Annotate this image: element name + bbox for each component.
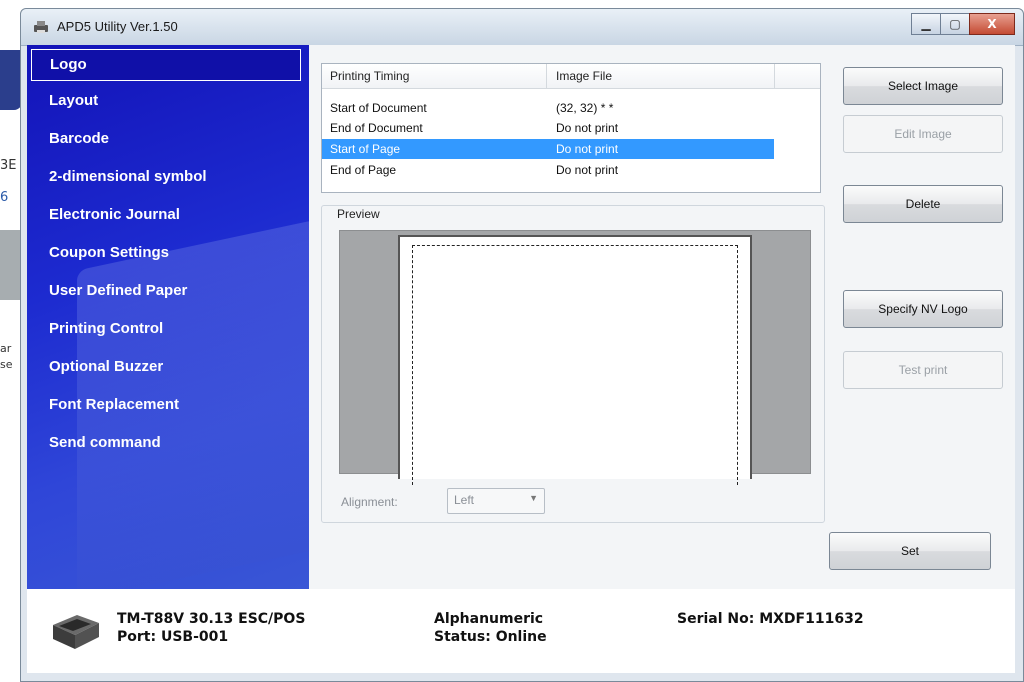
alignment-label: Alignment: <box>341 495 398 509</box>
table-row[interactable]: End of Page Do not print <box>322 160 774 180</box>
client-area: Logo Layout Barcode 2-dimensional symbol… <box>27 45 1015 673</box>
preview-label: Preview <box>335 207 382 221</box>
delete-button[interactable]: Delete <box>843 185 1003 223</box>
desktop-text-fragment: 6 <box>0 190 9 205</box>
sidebar-item-2d-symbol[interactable]: 2-dimensional symbol <box>31 162 301 194</box>
printer-status: Status: Online <box>434 629 547 645</box>
printer-port: Port: USB-001 <box>117 629 229 645</box>
close-button[interactable]: X <box>969 13 1015 35</box>
sidebar-item-font-replacement[interactable]: Font Replacement <box>31 390 301 422</box>
sidebar-item-layout[interactable]: Layout <box>31 86 301 118</box>
cell-image-file: (32, 32) * * <box>556 101 614 115</box>
table-row[interactable]: End of Document Do not print <box>322 118 774 138</box>
table-row-selected[interactable]: Start of Page Do not print <box>322 139 774 159</box>
window-title: APD5 Utility Ver.1.50 <box>57 19 178 34</box>
sidebar-item-barcode[interactable]: Barcode <box>31 124 301 156</box>
column-header-printing-timing[interactable]: Printing Timing <box>330 69 409 83</box>
window-controls: ▁ ▢ X <box>911 13 1015 35</box>
printing-timing-table[interactable]: Printing Timing Image File Start of Docu… <box>321 63 821 193</box>
cell-printing-timing: End of Document <box>330 121 423 135</box>
table-header: Printing Timing Image File <box>322 64 820 89</box>
sidebar-item-user-defined-paper[interactable]: User Defined Paper <box>31 276 301 308</box>
test-print-button[interactable]: Test print <box>843 351 1003 389</box>
sidebar-nav: Logo Layout Barcode 2-dimensional symbol… <box>27 45 309 589</box>
set-button[interactable]: Set <box>829 532 991 570</box>
status-bar: TM-T88V 30.13 ESC/POS Port: USB-001 Alph… <box>27 589 1015 673</box>
maximize-button[interactable]: ▢ <box>940 13 970 35</box>
column-header-image-file[interactable]: Image File <box>556 69 612 83</box>
desktop-text-fragment: ar <box>0 342 12 355</box>
sidebar-item-electronic-journal[interactable]: Electronic Journal <box>31 200 301 232</box>
sidebar-item-send-command[interactable]: Send command <box>31 428 301 460</box>
app-printer-icon <box>34 21 48 33</box>
desktop-text-fragment: 3E <box>0 158 17 173</box>
specify-nv-logo-button[interactable]: Specify NV Logo <box>843 290 1003 328</box>
desktop-text-fragment: se <box>0 358 13 371</box>
printer-model: TM-T88V 30.13 ESC/POS <box>117 611 306 627</box>
cell-printing-timing: Start of Document <box>330 101 427 115</box>
desktop-fragment-blue <box>0 50 22 110</box>
title-bar[interactable]: APD5 Utility Ver.1.50 ▁ ▢ X <box>21 9 1023 46</box>
cell-image-file: Do not print <box>556 121 619 135</box>
table-row[interactable]: Start of Document (32, 32) * * <box>322 98 774 118</box>
printable-area-outline <box>412 245 738 485</box>
alignment-select[interactable]: Left ▼ <box>447 488 545 514</box>
cell-printing-timing: End of Page <box>330 163 397 177</box>
sidebar-item-printing-control[interactable]: Printing Control <box>31 314 301 346</box>
alignment-value: Left <box>454 493 475 507</box>
app-window: APD5 Utility Ver.1.50 ▁ ▢ X Logo Layout … <box>20 8 1024 682</box>
select-image-button[interactable]: Select Image <box>843 67 1003 105</box>
printer-icon <box>53 615 99 649</box>
chevron-down-icon: ▼ <box>529 493 538 503</box>
desktop-fragment-grey <box>0 230 22 300</box>
cell-image-file: Do not print <box>556 142 619 156</box>
column-divider <box>774 64 775 88</box>
sidebar-item-logo[interactable]: Logo <box>31 49 301 81</box>
minimize-button[interactable]: ▁ <box>911 13 941 35</box>
column-divider <box>546 64 547 88</box>
cell-printing-timing: Start of Page <box>330 142 401 156</box>
preview-canvas <box>339 230 811 485</box>
serial-number: Serial No: MXDF111632 <box>677 611 864 627</box>
logo-settings-panel: Printing Timing Image File Start of Docu… <box>309 45 1015 589</box>
character-mode: Alphanumeric <box>434 611 544 627</box>
sidebar-item-optional-buzzer[interactable]: Optional Buzzer <box>31 352 301 384</box>
cell-image-file: Do not print <box>556 163 619 177</box>
sidebar-item-coupon-settings[interactable]: Coupon Settings <box>31 238 301 270</box>
preview-paper <box>398 235 752 485</box>
edit-image-button[interactable]: Edit Image <box>843 115 1003 153</box>
